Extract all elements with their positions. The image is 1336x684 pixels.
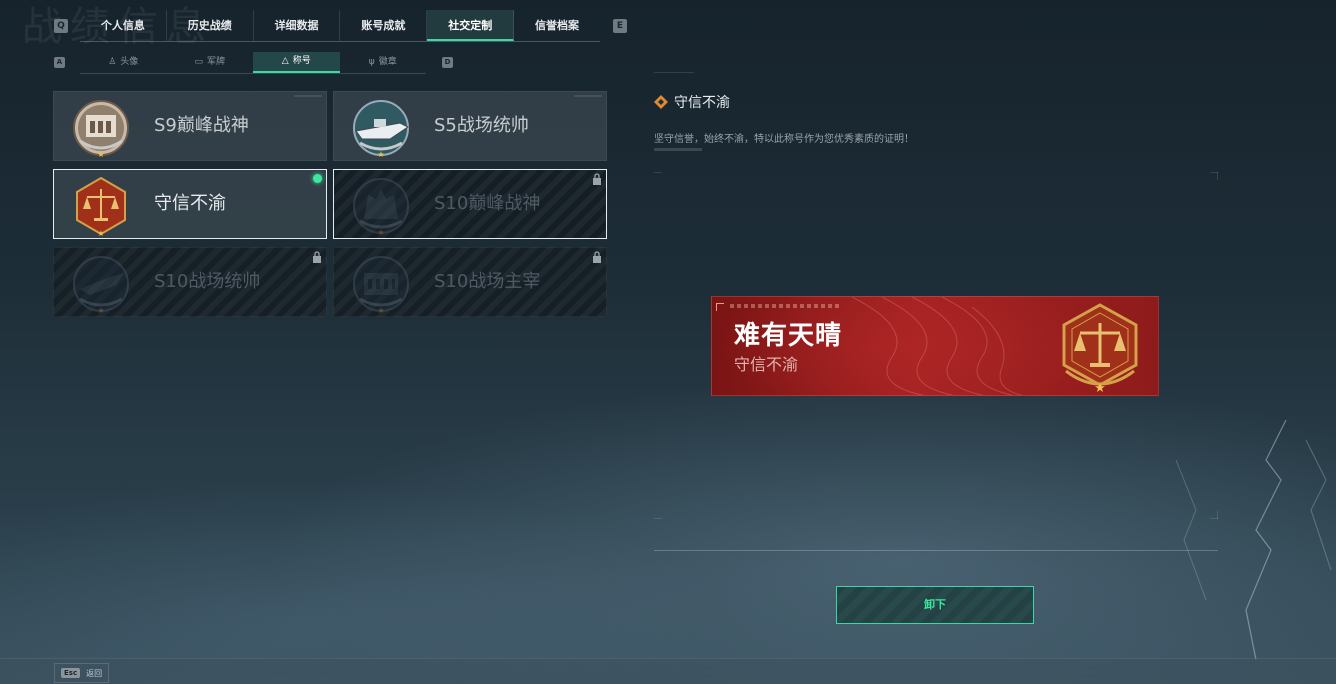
lock-icon	[593, 251, 601, 263]
fortress-emblem-icon: ★	[353, 178, 409, 237]
tab-personal-info[interactable]: 个人信息	[80, 10, 167, 41]
svg-text:★: ★	[97, 150, 104, 159]
wing-badge-icon: ψ	[368, 57, 375, 67]
svg-text:★: ★	[377, 306, 384, 315]
lock-icon	[313, 251, 321, 263]
tab-achievements[interactable]: 账号成就	[340, 10, 428, 41]
title-card-s9-peak-god[interactable]: ★ S9巅峰战神	[53, 91, 327, 161]
frame-corner	[654, 172, 662, 173]
lock-icon	[593, 173, 601, 185]
frame-corner	[1217, 511, 1218, 519]
jet-emblem-icon: ★	[73, 256, 129, 315]
banner-code-decoration	[730, 304, 840, 308]
tab-history[interactable]: 历史战绩	[167, 10, 254, 41]
subtab-avatar[interactable]: ♙ 头像	[80, 52, 167, 73]
subtab-title[interactable]: △ 称号	[253, 52, 340, 73]
subtab-badge[interactable]: ψ 徽章	[340, 52, 427, 73]
title-card-label: S10战场主宰	[434, 271, 541, 292]
prev-tab-key[interactable]: Q	[54, 19, 68, 33]
main-tab-bar: 个人信息 历史战绩 详细数据 账号成就 社交定制 信誉档案	[80, 10, 600, 42]
tab-detailed-data[interactable]: 详细数据	[254, 10, 341, 41]
selected-title-name: 守信不渝	[674, 95, 730, 111]
divider-line	[654, 550, 1218, 551]
title-card-s10-battle-commander[interactable]: ★ S10战场统帅	[53, 247, 327, 317]
subtab-dogtag-label: 军牌	[207, 57, 226, 67]
subtab-badge-label: 徽章	[378, 57, 397, 67]
scales-emblem-icon: ★	[76, 176, 126, 237]
description-decoration	[654, 148, 702, 151]
selected-title-description: 坚守信誉，始终不渝，特以此称号作为您优秀素质的证明！	[654, 134, 914, 145]
title-card-label: 守信不渝	[154, 193, 226, 214]
subtab-avatar-label: 头像	[120, 57, 139, 67]
banner-corner-decoration	[716, 303, 724, 311]
title-card-s10-battle-dominator[interactable]: ★ S10战场主宰	[333, 247, 607, 317]
tab-social-custom[interactable]: 社交定制	[427, 10, 515, 41]
lightning-decoration	[1175, 420, 1332, 660]
title-card-s10-peak-god[interactable]: ★ S10巅峰战神	[333, 169, 607, 239]
title-banner-preview: 难有天晴 守信不渝 ★	[711, 296, 1159, 396]
subtab-dogtag[interactable]: ▭ 军牌	[167, 52, 254, 73]
diamond-icon	[654, 95, 668, 109]
colosseum-emblem-icon: ★	[353, 256, 409, 315]
triangle-icon: △	[281, 56, 289, 66]
person-icon: ♙	[108, 57, 117, 67]
warship-emblem-icon: ★	[353, 100, 409, 159]
title-card-label: S9巅峰战神	[154, 115, 249, 136]
svg-text:★: ★	[377, 150, 384, 159]
frame-corner	[1217, 172, 1218, 180]
banner-title-text: 守信不渝	[734, 355, 799, 374]
back-button[interactable]: Esc 返回	[54, 663, 110, 683]
card-corner-decoration	[574, 95, 602, 97]
bottom-bar	[0, 658, 1336, 684]
fortress-emblem-icon: ★	[73, 100, 129, 159]
sub-tab-bar: ♙ 头像 ▭ 军牌 △ 称号 ψ 徽章	[80, 52, 426, 74]
title-card-label: S5战场统帅	[434, 115, 529, 136]
title-card-label: S10巅峰战神	[434, 193, 541, 214]
banner-main-text: 难有天晴	[734, 321, 843, 351]
frame-corner	[654, 518, 662, 519]
prev-subtab-key[interactable]: A	[54, 57, 65, 68]
unequip-button[interactable]: 卸下	[836, 586, 1034, 624]
title-card-keep-faith[interactable]: ★ 守信不渝	[53, 169, 327, 239]
scales-emblem-icon: ★	[1062, 303, 1138, 393]
equipped-indicator	[313, 174, 322, 183]
subtab-title-label: 称号	[292, 56, 311, 66]
esc-key-icon: Esc	[61, 668, 81, 678]
svg-text:★: ★	[1094, 381, 1106, 393]
svg-text:★: ★	[97, 306, 104, 315]
title-card-s5-battle-commander[interactable]: ★ S5战场统帅	[333, 91, 607, 161]
frame-decoration	[654, 72, 694, 73]
next-tab-key[interactable]: E	[613, 19, 627, 33]
svg-text:★: ★	[97, 229, 104, 237]
title-card-label: S10战场统帅	[154, 271, 261, 292]
svg-text:★: ★	[377, 228, 384, 237]
tab-reputation[interactable]: 信誉档案	[514, 10, 600, 41]
dogtag-icon: ▭	[194, 57, 203, 67]
card-corner-decoration	[294, 95, 322, 97]
back-label: 返回	[86, 668, 103, 678]
next-subtab-key[interactable]: D	[442, 57, 453, 68]
